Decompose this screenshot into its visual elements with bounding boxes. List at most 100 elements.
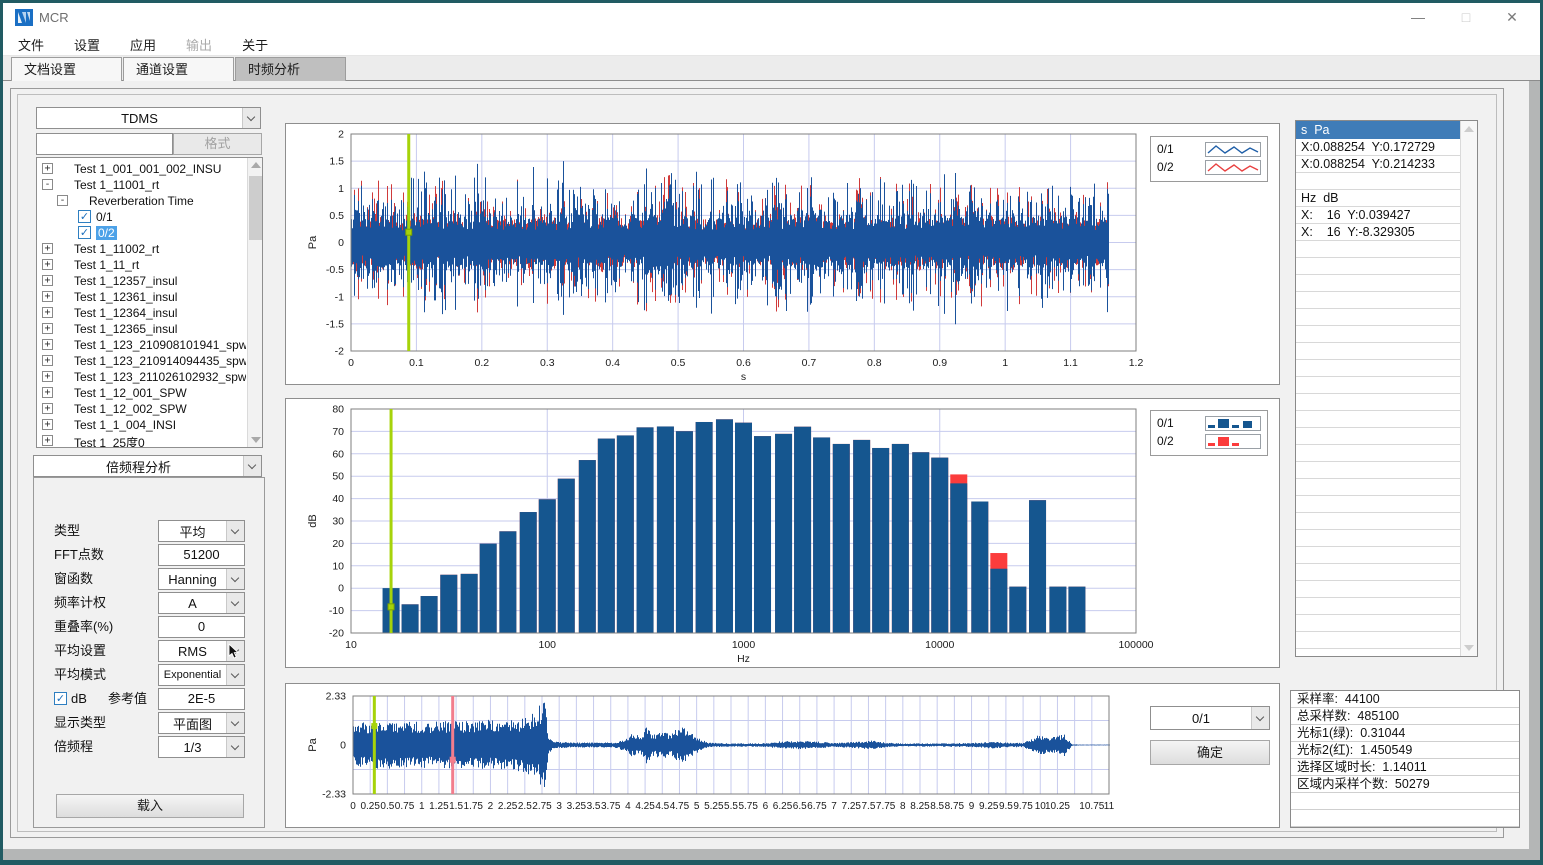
tree-item[interactable]: -Reverberation Time	[37, 193, 246, 209]
tree-item[interactable]: +Test 1_11_rt	[37, 257, 246, 273]
menu-item-4[interactable]: 关于	[227, 32, 283, 57]
tab-0[interactable]: 文档设置	[11, 57, 122, 81]
readout-row	[1296, 547, 1460, 564]
svg-text:4.25: 4.25	[635, 801, 655, 812]
readout-scrollbar[interactable]	[1460, 121, 1477, 656]
tree-item[interactable]: +Test 1_12361_insul	[37, 289, 246, 305]
svg-text:2: 2	[338, 129, 344, 141]
form-select-2[interactable]: Hanning	[158, 568, 245, 590]
load-button[interactable]: 载入	[56, 794, 244, 818]
tree-item[interactable]: +Test 1_1_004_INSI	[37, 417, 246, 433]
scroll-down-icon[interactable]	[251, 437, 261, 443]
tree-item-label: 0/1	[96, 210, 113, 224]
spectrum-panel[interactable]: 80706050403020100-10-2010100100010000100…	[285, 398, 1280, 668]
expand-icon[interactable]: +	[42, 403, 53, 414]
svg-text:10.25: 10.25	[1045, 801, 1070, 812]
confirm-button[interactable]: 确定	[1150, 740, 1270, 765]
maximize-button[interactable]: □	[1444, 3, 1488, 32]
time-waveform-panel[interactable]: 21.510.50-0.5-1-1.5-200.10.20.30.40.50.6…	[285, 123, 1280, 385]
form-select-0[interactable]: 平均	[158, 520, 245, 542]
expand-icon[interactable]: +	[42, 371, 53, 382]
form-select-3[interactable]: A	[158, 592, 245, 614]
menu-item-0[interactable]: 文件	[3, 32, 59, 57]
expand-icon[interactable]: +	[42, 355, 53, 366]
menu-item-2[interactable]: 应用	[115, 32, 171, 57]
analysis-type-combo[interactable]: 倍频程分析	[33, 455, 262, 477]
readout-row	[1296, 530, 1460, 547]
expand-icon[interactable]: +	[42, 323, 53, 334]
svg-text:Pa: Pa	[307, 235, 319, 249]
tab-2[interactable]: 时频分析	[235, 57, 346, 81]
svg-text:1.1: 1.1	[1063, 357, 1078, 369]
minimize-button[interactable]: —	[1396, 3, 1440, 32]
checkbox[interactable]: ✓	[78, 226, 91, 239]
expand-icon[interactable]: +	[42, 435, 53, 446]
svg-text:9.75: 9.75	[1013, 801, 1033, 812]
collapse-icon[interactable]: -	[42, 179, 53, 190]
form-select-6[interactable]: Exponential	[158, 664, 245, 686]
file-format-combo[interactable]: TDMS	[36, 107, 261, 129]
readout-row	[1296, 632, 1460, 649]
expand-icon[interactable]: +	[42, 243, 53, 254]
db-checkbox[interactable]: ✓	[54, 692, 67, 705]
tree-item-label: Test 1_11002_rt	[74, 242, 159, 256]
scroll-up-icon[interactable]	[251, 162, 261, 168]
tree-item[interactable]: +Test 1_001_001_002_INSU	[37, 161, 246, 177]
svg-text:0.75: 0.75	[395, 801, 415, 812]
menu-item-1[interactable]: 设置	[59, 32, 115, 57]
expand-icon[interactable]: +	[42, 259, 53, 270]
expand-icon[interactable]: +	[42, 163, 53, 174]
chevron-down-icon	[1251, 707, 1269, 729]
tree-item[interactable]: +Test 1_12_002_SPW	[37, 401, 246, 417]
checkbox[interactable]: ✓	[78, 210, 91, 223]
tree-item[interactable]: +Test 1_123_211026102932_spw	[37, 369, 246, 385]
expand-icon[interactable]: +	[42, 339, 53, 350]
tree-item[interactable]: + Test 1_12364_insul	[37, 305, 246, 321]
format-filter-input[interactable]	[36, 133, 173, 155]
svg-text:0.4: 0.4	[605, 357, 620, 369]
menu-item-3[interactable]: 输出	[171, 32, 227, 57]
tree-item[interactable]: + Test 1_11002_rt	[37, 241, 246, 257]
tree-item[interactable]: +Test 1_12357_insul	[37, 273, 246, 289]
svg-text:s: s	[741, 371, 746, 383]
expand-icon[interactable]: +	[42, 419, 53, 430]
scroll-down-icon[interactable]	[1464, 645, 1474, 651]
form-input-1[interactable]: 51200	[158, 544, 245, 566]
svg-text:0: 0	[350, 801, 356, 812]
overview-panel[interactable]: 2.330-2.3300.250.50.7511.251.51.7522.252…	[285, 683, 1280, 828]
expand-icon[interactable]: +	[42, 275, 53, 286]
tree-item[interactable]: ✓ 0/1	[37, 209, 246, 225]
tree-item[interactable]: +Test 1_12_001_SPW	[37, 385, 246, 401]
tree-item[interactable]: +Test 1_123_210914094435_spw	[37, 353, 246, 369]
svg-text:20: 20	[332, 538, 344, 550]
tab-1[interactable]: 通道设置	[123, 57, 234, 81]
cursor-readout-list[interactable]: s Pa X:0.088254 Y:0.172729X:0.088254 Y:0…	[1295, 120, 1478, 657]
form-select-8[interactable]: 平面图	[158, 712, 245, 734]
channel-select[interactable]: 0/1	[1150, 706, 1270, 730]
expand-icon[interactable]: +	[42, 307, 53, 318]
file-tree[interactable]: +Test 1_001_001_002_INSU-Test 1_11001_rt…	[36, 157, 263, 448]
svg-text:4.5: 4.5	[655, 801, 669, 812]
tree-scrollbar-thumb[interactable]	[249, 176, 262, 240]
svg-text:0: 0	[338, 237, 344, 249]
tree-item[interactable]: ✓0/2	[37, 225, 246, 241]
close-button[interactable]: ✕	[1490, 3, 1534, 32]
scroll-up-icon[interactable]	[1464, 126, 1474, 132]
reference-value-input[interactable]: 2E-5	[158, 688, 245, 710]
format-button[interactable]: 格式	[173, 133, 262, 155]
tree-item[interactable]: -Test 1_11001_rt	[37, 177, 246, 193]
tree-item[interactable]: +Test 1_12365_insul	[37, 321, 246, 337]
form-select-9[interactable]: 1/3	[158, 736, 245, 758]
tree-item[interactable]: +Test 1_123_210908101941_spw	[37, 337, 246, 353]
form-input-4[interactable]: 0	[158, 616, 245, 638]
expand-icon[interactable]: +	[42, 291, 53, 302]
tree-scrollbar[interactable]	[247, 158, 262, 447]
svg-text:50: 50	[332, 471, 344, 483]
expand-icon[interactable]: +	[42, 387, 53, 398]
tree-item-label: Test 1_12364_insul	[74, 306, 177, 320]
tree-item[interactable]: +Test 1_25度0	[37, 433, 246, 447]
svg-text:1.5: 1.5	[329, 156, 344, 168]
readout-row	[1296, 564, 1460, 581]
legend-label: 0/2	[1157, 434, 1205, 448]
collapse-icon[interactable]: -	[57, 195, 68, 206]
